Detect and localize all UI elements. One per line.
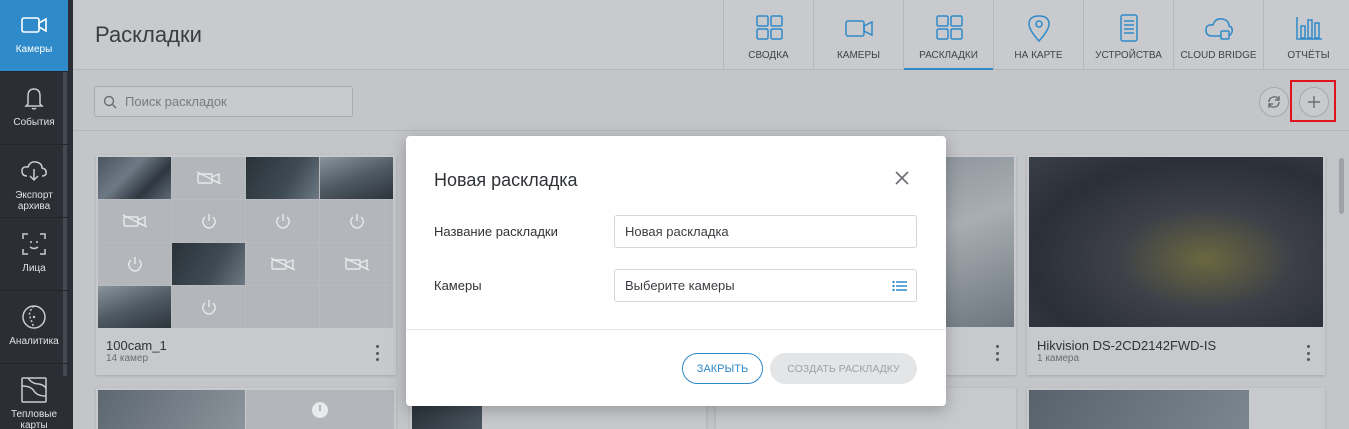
list-icon[interactable]: [892, 280, 907, 292]
alert-icon: [246, 390, 394, 429]
bell-icon: [24, 88, 44, 110]
sidebar-item-label: События: [13, 117, 55, 128]
power-icon: [172, 200, 245, 242]
layout-camera-count: 1 камера: [1037, 353, 1080, 364]
new-layout-dialog: Новая раскладка Название раскладки Новая…: [406, 136, 946, 406]
cloud-download-icon: [21, 161, 47, 182]
layout-card[interactable]: Hikvision DS-2CD2142FWD-IS 1 камера: [1027, 155, 1325, 375]
sidebar-item-label: Экспорт архива: [15, 190, 53, 212]
sidebar-item-analytics[interactable]: Аналитика: [0, 292, 68, 364]
cameras-select[interactable]: Выберите камеры: [614, 269, 917, 302]
camera-thumbnail: [1029, 390, 1249, 429]
cloud-bridge-icon: [1204, 18, 1233, 40]
dialog-divider: [406, 329, 946, 330]
tab-devices[interactable]: УСТРОЙСТВА: [1083, 0, 1173, 70]
map-pin-icon: [1027, 15, 1050, 42]
layout-name: 100cam_1: [106, 338, 167, 353]
tab-on-map[interactable]: НА КАРТЕ: [993, 0, 1083, 70]
power-icon: [320, 200, 393, 242]
more-options-icon[interactable]: [1307, 345, 1311, 361]
sidebar-item-label: Лица: [22, 263, 46, 274]
tab-label: CLOUD BRIDGE: [1180, 50, 1257, 61]
camera-offline-icon: [320, 243, 393, 285]
cameras-label: Камеры: [434, 278, 482, 293]
close-icon[interactable]: [894, 170, 910, 186]
sidebar-item-events[interactable]: События: [0, 73, 68, 145]
sidebar-item-label: Камеры: [15, 44, 53, 55]
bar-chart-icon: [1295, 17, 1322, 40]
tab-reports[interactable]: ОТЧЁТЫ: [1263, 0, 1349, 70]
tab-cloud-bridge[interactable]: CLOUD BRIDGE: [1173, 0, 1263, 70]
top-header: Раскладки СВОДКА КАМЕРЫ РАСКЛАДКИ НА КАР…: [73, 0, 1349, 70]
camera-thumbnail: [320, 157, 393, 199]
tab-label: РАСКЛАДКИ: [919, 50, 978, 61]
camera-offline-icon: [172, 157, 245, 199]
video-camera-icon: [844, 20, 873, 37]
sidebar-item-heatmaps[interactable]: Тепловые карты: [0, 365, 68, 429]
highlight-frame: [1290, 80, 1336, 122]
search-icon: [103, 95, 117, 108]
cameras-select-placeholder: Выберите камеры: [625, 278, 735, 293]
server-icon: [1119, 14, 1138, 42]
power-icon: [246, 200, 319, 242]
sidebar-item-label: Аналитика: [9, 336, 59, 347]
close-button[interactable]: ЗАКРЫТЬ: [682, 353, 763, 384]
page-title: Раскладки: [95, 22, 202, 47]
power-icon: [172, 286, 245, 328]
layout-card[interactable]: [1027, 388, 1325, 429]
layout-name-label: Название раскладки: [434, 224, 558, 239]
layout-thumbnail-grid: [98, 157, 393, 328]
layout-name-input[interactable]: Новая раскладка: [614, 215, 917, 248]
empty-slot: [246, 286, 319, 328]
layouts-toolbar: [73, 71, 1349, 131]
refresh-button[interactable]: [1259, 87, 1289, 117]
sidebar-item-export[interactable]: Экспорт архива: [0, 146, 68, 218]
camera-offline-icon: [246, 243, 319, 285]
camera-thumbnail: [412, 406, 482, 429]
more-options-icon[interactable]: [996, 345, 1000, 361]
tab-label: КАМЕРЫ: [836, 50, 881, 61]
layout-card[interactable]: 100cam_1 14 камер: [96, 155, 396, 375]
search-input[interactable]: [125, 94, 335, 109]
layout-card[interactable]: [96, 388, 396, 429]
tab-label: ОТЧЁТЫ: [1287, 50, 1330, 61]
refresh-icon: [1268, 96, 1280, 108]
tab-layouts[interactable]: РАСКЛАДКИ: [903, 0, 993, 70]
sidebar-item-label: Тепловые карты: [10, 409, 58, 429]
camera-offline-icon: [98, 200, 171, 242]
left-sidebar: Камеры События Экспорт архива Лица Анали…: [0, 0, 73, 429]
layout-camera-count: 14 камер: [106, 353, 149, 364]
layouts-icon: [935, 15, 963, 40]
more-options-icon[interactable]: [376, 345, 380, 361]
heatmap-icon: [21, 377, 47, 403]
camera-thumbnail: [172, 243, 245, 285]
sidebar-item-faces[interactable]: Лица: [0, 219, 68, 291]
camera-thumbnail: [1029, 157, 1323, 327]
dialog-title: Новая раскладка: [434, 170, 578, 190]
power-icon: [98, 243, 171, 285]
camera-thumbnail: [246, 157, 319, 199]
tab-label: НА КАРТЕ: [1014, 50, 1063, 61]
camera-thumbnail: [98, 390, 245, 429]
search-box[interactable]: [94, 86, 353, 117]
tab-label: СВОДКА: [748, 50, 789, 61]
tab-summary[interactable]: СВОДКА: [723, 0, 813, 70]
grid-icon: [755, 15, 783, 40]
face-scan-icon: [22, 233, 46, 255]
sidebar-item-cameras[interactable]: Камеры: [0, 0, 68, 72]
empty-slot: [320, 286, 393, 328]
camera-thumbnail: [98, 286, 171, 328]
camera-thumbnail: [98, 157, 171, 199]
tab-label: УСТРОЙСТВА: [1095, 50, 1162, 61]
page-scrollbar[interactable]: [1339, 158, 1344, 214]
camera-icon: [21, 17, 47, 33]
tab-cameras[interactable]: КАМЕРЫ: [813, 0, 903, 70]
layout-name: Hikvision DS-2CD2142FWD-IS: [1037, 338, 1217, 353]
create-layout-button[interactable]: СОЗДАТЬ РАСКЛАДКУ: [770, 353, 917, 384]
analytics-icon: [22, 305, 46, 329]
